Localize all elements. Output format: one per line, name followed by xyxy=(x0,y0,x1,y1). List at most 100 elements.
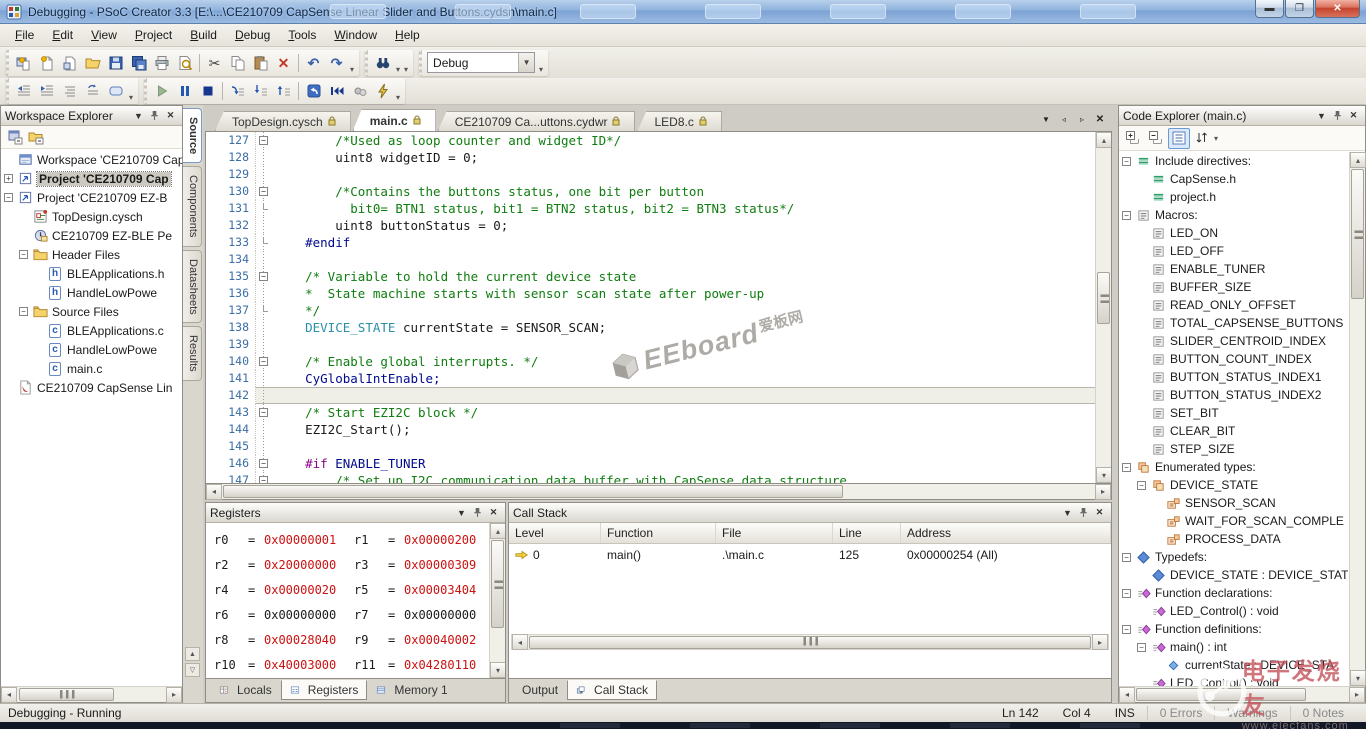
copy-icon[interactable] xyxy=(226,51,249,74)
run-icon[interactable] xyxy=(150,80,173,103)
indent-increase-icon[interactable] xyxy=(35,80,58,103)
expander-minus-icon[interactable]: − xyxy=(1137,643,1146,652)
print-icon[interactable] xyxy=(150,51,173,74)
side-tabs-scroll-down-icon[interactable]: ▽ xyxy=(185,663,200,677)
workspace-tree-item[interactable]: CE210709 EZ-BLE Pe xyxy=(1,226,182,245)
pin-icon[interactable] xyxy=(1330,109,1345,123)
scroll-left-icon[interactable]: ◂ xyxy=(512,634,528,650)
menu-file[interactable]: File xyxy=(6,25,43,45)
add-item-icon[interactable] xyxy=(58,51,81,74)
expand-all-icon[interactable] xyxy=(1122,128,1144,149)
chevron-down-icon[interactable]: ▼ xyxy=(518,53,534,72)
code-explorer-item[interactable]: BUTTON_STATUS_INDEX2 xyxy=(1119,386,1349,404)
expander-plus-icon[interactable]: + xyxy=(4,174,13,183)
find-dropdown-icon[interactable]: ▾ xyxy=(394,65,402,76)
call-stack-column-level[interactable]: Level xyxy=(509,523,601,543)
register-r9[interactable]: r9=0x00040002 xyxy=(354,633,494,658)
scroll-down-icon[interactable]: ▾ xyxy=(1350,670,1366,686)
toolbar-overflow-icon[interactable]: ▾ xyxy=(348,65,356,76)
sort-icon[interactable] xyxy=(1191,128,1213,149)
workspace-tree-item[interactable]: −Project 'CE210709 EZ-B xyxy=(1,188,182,207)
expander-minus-icon[interactable]: − xyxy=(1137,481,1146,490)
untabify-icon[interactable] xyxy=(81,80,104,103)
scroll-down-icon[interactable]: ▾ xyxy=(490,662,505,678)
register-r6[interactable]: r6=0x00000000 xyxy=(214,608,354,633)
find-icon[interactable] xyxy=(371,51,394,74)
redo-icon[interactable]: ↷ xyxy=(325,51,348,74)
workspace-tree-item[interactable]: +Project 'CE210709 Cap xyxy=(1,169,182,188)
code-explorer-item[interactable]: SENSOR_SCAN xyxy=(1119,494,1349,512)
reset-icon[interactable] xyxy=(302,80,325,103)
close-icon[interactable]: ✕ xyxy=(1092,506,1107,520)
halt-icon[interactable] xyxy=(196,80,219,103)
scroll-up-icon[interactable]: ▴ xyxy=(1350,152,1366,168)
code-explorer-item[interactable]: −Enumerated types: xyxy=(1119,458,1349,476)
side-tabs-scroll-up-icon[interactable]: ▲ xyxy=(185,647,200,661)
close-icon[interactable]: ✕ xyxy=(1346,109,1361,123)
menu-edit[interactable]: Edit xyxy=(43,25,82,45)
tab-list-dropdown-icon[interactable]: ▼ xyxy=(1038,112,1054,127)
fold-collapse-icon[interactable]: − xyxy=(259,476,268,483)
workspace-tree-item[interactable]: CE210709 CapSense Lin xyxy=(1,378,182,397)
code-explorer-item[interactable]: LED_Control() : void xyxy=(1119,602,1349,620)
code-explorer-item[interactable]: −main() : int xyxy=(1119,638,1349,656)
scroll-right-icon[interactable]: ▸ xyxy=(1092,634,1108,650)
chevron-down-icon[interactable]: ▼ xyxy=(1060,506,1075,520)
show-details-icon[interactable] xyxy=(1168,128,1190,149)
code-explorer-item[interactable]: WAIT_FOR_SCAN_COMPLE xyxy=(1119,512,1349,530)
new-project-icon[interactable] xyxy=(12,51,35,74)
editor-vscrollbar[interactable]: ▴ ▐▐ ▾ xyxy=(1095,132,1111,483)
code-explorer-item[interactable]: −Include directives: xyxy=(1119,152,1349,170)
flash-icon[interactable] xyxy=(371,80,394,103)
code-explorer-item[interactable]: BUTTON_COUNT_INDEX xyxy=(1119,350,1349,368)
undo-icon[interactable]: ↶ xyxy=(302,51,325,74)
call-stack-column-function[interactable]: Function xyxy=(601,523,716,543)
code-explorer-vscrollbar[interactable]: ▴ ▐▐ ▾ xyxy=(1349,152,1365,686)
expander-minus-icon[interactable]: − xyxy=(1122,463,1131,472)
call-stack-column-address[interactable]: Address xyxy=(901,523,1111,543)
outline-region-icon[interactable] xyxy=(104,80,127,103)
tab-registers[interactable]: Registers xyxy=(281,680,368,700)
workspace-tree-item[interactable]: cBLEApplications.c xyxy=(1,321,182,340)
code-explorer-item[interactable]: BUTTON_STATUS_INDEX1 xyxy=(1119,368,1349,386)
config-select[interactable]: Debug ▼ xyxy=(427,52,535,73)
scroll-up-icon[interactable]: ▴ xyxy=(1096,132,1112,148)
scroll-right-icon[interactable]: ▸ xyxy=(1095,484,1111,500)
code-explorer-hscrollbar[interactable]: ◂ ▸ xyxy=(1119,686,1365,702)
expander-minus-icon[interactable]: − xyxy=(1122,589,1131,598)
new-file-icon[interactable] xyxy=(35,51,58,74)
expander-minus-icon[interactable]: − xyxy=(4,193,13,202)
call-stack-column-line[interactable]: Line xyxy=(833,523,901,543)
scroll-up-icon[interactable]: ▴ xyxy=(490,523,505,539)
minimize-button[interactable]: ▬ xyxy=(1255,0,1284,18)
fold-collapse-icon[interactable]: − xyxy=(259,459,268,468)
code-explorer-item[interactable]: currentState : DEVICE_STA xyxy=(1119,656,1349,674)
fold-collapse-icon[interactable]: − xyxy=(259,408,268,417)
code-explorer-item[interactable]: PROCESS_DATA xyxy=(1119,530,1349,548)
editor-tab-led8.c[interactable]: LED8.c xyxy=(637,111,721,131)
code-explorer-item[interactable]: BUFFER_SIZE xyxy=(1119,278,1349,296)
code-explorer-item[interactable]: LED_OFF xyxy=(1119,242,1349,260)
register-r2[interactable]: r2=0x20000000 xyxy=(214,558,354,583)
menu-debug[interactable]: Debug xyxy=(226,25,279,45)
chevron-down-icon[interactable]: ▼ xyxy=(131,109,146,123)
code-explorer-item[interactable]: ENABLE_TUNER xyxy=(1119,260,1349,278)
register-r8[interactable]: r8=0x00028040 xyxy=(214,633,354,658)
pin-icon[interactable] xyxy=(470,506,485,520)
register-r5[interactable]: r5=0x00003404 xyxy=(354,583,494,608)
register-r1[interactable]: r1=0x00000200 xyxy=(354,533,494,558)
fold-collapse-icon[interactable]: − xyxy=(259,272,268,281)
step-into-icon[interactable] xyxy=(249,80,272,103)
scroll-left-icon[interactable]: ◂ xyxy=(1,687,17,703)
expander-minus-icon[interactable]: − xyxy=(1122,625,1131,634)
step-over-icon[interactable] xyxy=(226,80,249,103)
registers-vscrollbar[interactable]: ▴ ▐▐ ▾ xyxy=(489,523,505,678)
code-explorer-item[interactable]: −Function declarations: xyxy=(1119,584,1349,602)
tab-close-icon[interactable]: ✕ xyxy=(1092,112,1108,127)
code-editor[interactable]: 127− /*Used as loop counter and widget I… xyxy=(206,132,1095,483)
workspace-tree-item[interactable]: hHandleLowPowe xyxy=(1,283,182,302)
code-explorer-item[interactable]: −Function definitions: xyxy=(1119,620,1349,638)
fold-collapse-icon[interactable]: − xyxy=(259,136,268,145)
print-preview-icon[interactable] xyxy=(173,51,196,74)
expander-minus-icon[interactable]: − xyxy=(19,250,28,259)
